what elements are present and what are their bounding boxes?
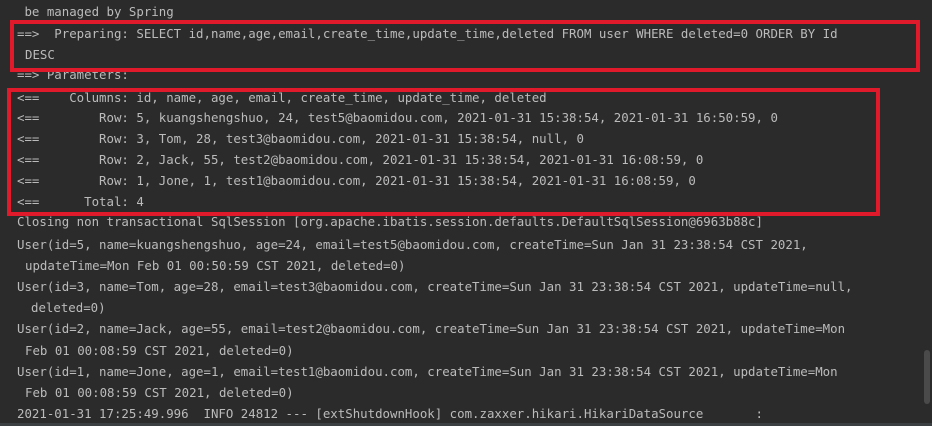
log-line-row: <== Row: 3, Tom, 28, test3@baomidou.com,… (17, 131, 584, 146)
log-line-user: User(id=3, name=Tom, age=28, email=test3… (17, 279, 853, 294)
log-line-row: <== Row: 2, Jack, 55, test2@baomidou.com… (17, 152, 704, 167)
log-line-parameters: ==> Parameters: (17, 67, 137, 82)
log-line-preparing-cont: DESC (25, 47, 55, 62)
log-line-columns: <== Columns: id, name, age, email, creat… (17, 90, 547, 105)
log-line-user: User(id=2, name=Jack, age=55, email=test… (17, 321, 846, 336)
log-line-total: <== Total: 4 (17, 194, 144, 209)
log-line-user: User(id=5, name=kuangshengshuo, age=24, … (17, 237, 808, 252)
log-line-row: <== Row: 5, kuangshengshuo, 24, test5@ba… (17, 110, 778, 125)
log-line-spring: be managed by Spring (17, 4, 174, 19)
log-line-row: <== Row: 1, Jone, 1, test1@baomidou.com,… (17, 173, 696, 188)
log-line-user-cont: deleted=0) (31, 300, 106, 315)
log-line-shutdown: 2021-01-31 17:25:49.996 INFO 24812 --- [… (17, 406, 763, 421)
log-line-user: User(id=1, name=Jone, age=1, email=test1… (17, 364, 838, 379)
log-line-user-cont: Feb 01 00:08:59 CST 2021, deleted=0) (25, 385, 294, 400)
vertical-scrollbar[interactable] (922, 0, 932, 426)
log-line-closing-session: Closing non transactional SqlSession [or… (17, 214, 763, 229)
scrollbar-thumb[interactable] (924, 350, 930, 404)
console-output[interactable]: be managed by Spring ==> Preparing: SELE… (0, 0, 932, 426)
log-line-user-cont: Feb 01 00:08:59 CST 2021, deleted=0) (25, 343, 294, 358)
log-line-user-cont: updateTime=Mon Feb 01 00:50:59 CST 2021,… (25, 258, 406, 273)
log-line-preparing: ==> Preparing: SELECT id,name,age,email,… (17, 26, 838, 41)
